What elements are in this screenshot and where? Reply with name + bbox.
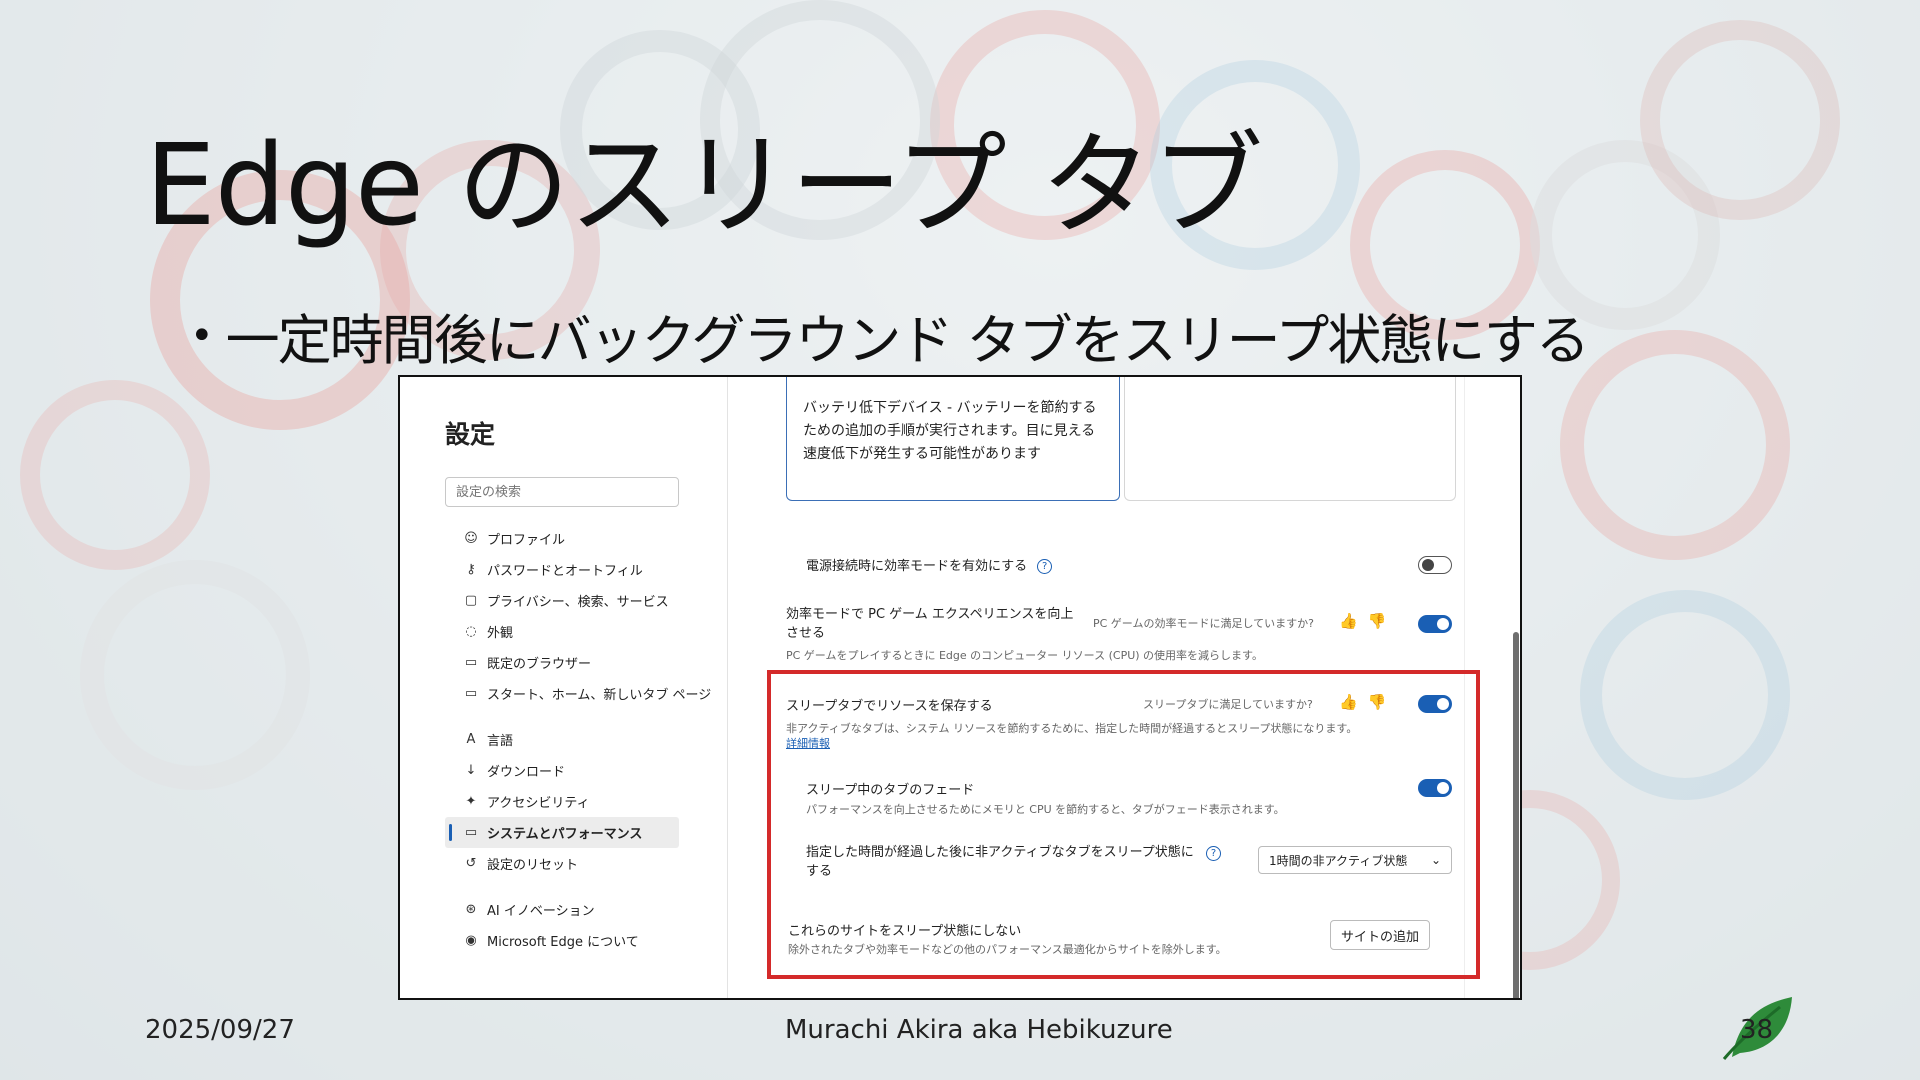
efficiency-on-power-label: 電源接続時に効率モードを有効にする [806, 559, 1028, 574]
scrollbar-thumb[interactable] [1513, 632, 1519, 998]
efficiency-option-box [1124, 377, 1456, 501]
browser-icon: ▭ [464, 655, 478, 670]
edge-settings-screenshot: 設定 ☺プロファイル ⚷パスワードとオートフィル ▢プライバシー、検索、サービス… [398, 375, 1522, 1000]
scrollbar[interactable] [1464, 377, 1520, 998]
footer-author: Murachi Akira aka Hebikuzure [785, 1015, 1173, 1045]
fade-tabs-label: スリープ中のタブのフェード [806, 783, 975, 798]
sleep-after-dropdown[interactable]: 1時間の非アクティブ状態 ⌄ [1258, 846, 1452, 874]
sidebar-item-privacy[interactable]: ▢ プライバシー、検索、サービス [445, 585, 725, 616]
never-sleep-description: 除外されたタブや効率モードなどの他のパフォーマンス最適化からサイトを除外します。 [788, 943, 1227, 956]
pc-gaming-feedback-buttons: 👍👎 [1339, 612, 1396, 630]
thumbs-down-icon[interactable]: 👎 [1368, 693, 1397, 711]
help-icon[interactable]: ? [1206, 846, 1221, 861]
sidebar-item-accessibility[interactable]: ✦ アクセシビリティ [445, 786, 725, 817]
lock-icon: ▢ [464, 593, 478, 608]
pc-gaming-label: 効率モードで PC ゲーム エクスペリエンスを向上させる [786, 607, 1074, 641]
settings-main: バッテリ低下デバイス - バッテリーを節約するための追加の手順が実行されます。目… [728, 377, 1520, 998]
thumbs-down-icon[interactable]: 👎 [1368, 612, 1397, 630]
sidebar-item-default-browser[interactable]: ▭ 既定のブラウザー [445, 647, 725, 678]
edge-icon: ◉ [465, 933, 477, 948]
fade-tabs-description: パフォーマンスを向上させるためにメモリと CPU を節約すると、タブがフェード表… [806, 803, 1285, 816]
sleep-after-label: 指定した時間が経過した後に非アクティブなタブをスリープ状態にする [806, 845, 1194, 879]
sidebar-item-system-performance[interactable]: ▭ システムとパフォーマンス [445, 817, 679, 848]
pc-gaming-feedback: PC ゲームの効率モードに満足していますか? [1093, 617, 1314, 630]
settings-search-input[interactable] [445, 477, 679, 507]
language-icon: A [466, 732, 476, 747]
learn-more-link[interactable]: 詳細情報 [786, 735, 830, 751]
sidebar-item-downloads[interactable]: ↓ ダウンロード [445, 755, 725, 786]
chevron-down-icon: ⌄ [1430, 853, 1441, 867]
home-icon: ▭ [464, 686, 478, 701]
palette-icon: ◌ [465, 624, 477, 639]
sidebar-item-appearance[interactable]: ◌ 外観 [445, 616, 725, 647]
fade-tabs-toggle[interactable] [1418, 779, 1452, 797]
sleeping-tabs-label: スリープタブでリソースを保存する [786, 699, 993, 714]
sidebar-item-about-edge[interactable]: ◉ Microsoft Edge について [445, 925, 725, 956]
thumbs-up-icon[interactable]: 👍 [1339, 612, 1368, 630]
key-icon: ⚷ [466, 562, 476, 577]
sleeping-tabs-description: 非アクティブなタブは、システム リソースを節約するために、指定した時間が経過する… [786, 722, 1358, 735]
sidebar-item-profile[interactable]: ☺ プロファイル [445, 523, 725, 554]
thumbs-up-icon[interactable]: 👍 [1339, 693, 1368, 711]
sidebar-item-languages[interactable]: A 言語 [445, 724, 725, 755]
sleeping-tabs-feedback: スリープタブに満足していますか? [1143, 698, 1313, 711]
sleeping-tabs-toggle[interactable] [1418, 695, 1452, 713]
settings-sidebar: 設定 ☺プロファイル ⚷パスワードとオートフィル ▢プライバシー、検索、サービス… [400, 377, 728, 998]
settings-nav: ☺ プロファイル ⚷ パスワードとオートフィル ▢ プライバシー、検索、サービス ◌ 外… [445, 523, 725, 956]
bullet-text: 一定時間後にバックグラウンド タブをスリープ状態にする [225, 309, 1590, 372]
pc-gaming-toggle[interactable] [1418, 615, 1452, 633]
bullet-point: • 一定時間後にバックグラウンド タブをスリープ状態にする [190, 296, 1590, 375]
settings-title: 設定 [445, 420, 496, 449]
bullet-dot-icon: • [190, 312, 214, 359]
download-icon: ↓ [465, 763, 477, 778]
never-sleep-label: これらのサイトをスリープ状態にしない [788, 924, 1022, 939]
reset-icon: ↺ [465, 856, 477, 871]
sidebar-item-reset[interactable]: ↺ 設定のリセット [445, 848, 725, 879]
pc-gaming-description: PC ゲームをプレイするときに Edge のコンピューター リソース (CPU)… [786, 649, 1263, 662]
slide-title: Edge のスリープ タブ [145, 121, 1263, 251]
accessibility-icon: ✦ [465, 794, 477, 809]
efficiency-on-power-toggle[interactable] [1418, 556, 1452, 574]
sidebar-item-passwords[interactable]: ⚷ パスワードとオートフィル [445, 554, 725, 585]
help-icon[interactable]: ? [1037, 559, 1053, 574]
sidebar-item-start-home[interactable]: ▭ スタート、ホーム、新しいタブ ページ [445, 678, 725, 709]
computer-icon: ▭ [464, 825, 478, 840]
efficiency-on-power-row: 電源接続時に効率モードを有効にする? [806, 555, 1053, 574]
ai-icon: ⊛ [465, 902, 477, 917]
profile-icon: ☺ [464, 531, 478, 546]
sleeping-tabs-feedback-buttons: 👍👎 [1339, 693, 1396, 711]
footer-date: 2025/09/27 [145, 1015, 295, 1045]
page-number: 38 [1740, 1015, 1774, 1045]
sidebar-item-ai-innovation[interactable]: ⊛ AI イノベーション [445, 894, 725, 925]
efficiency-option-description: バッテリ低下デバイス - バッテリーを節約するための追加の手順が実行されます。目… [786, 377, 1120, 501]
sleep-after-selected: 1時間の非アクティブ状態 [1269, 853, 1408, 868]
add-site-button[interactable]: サイトの追加 [1330, 920, 1431, 950]
